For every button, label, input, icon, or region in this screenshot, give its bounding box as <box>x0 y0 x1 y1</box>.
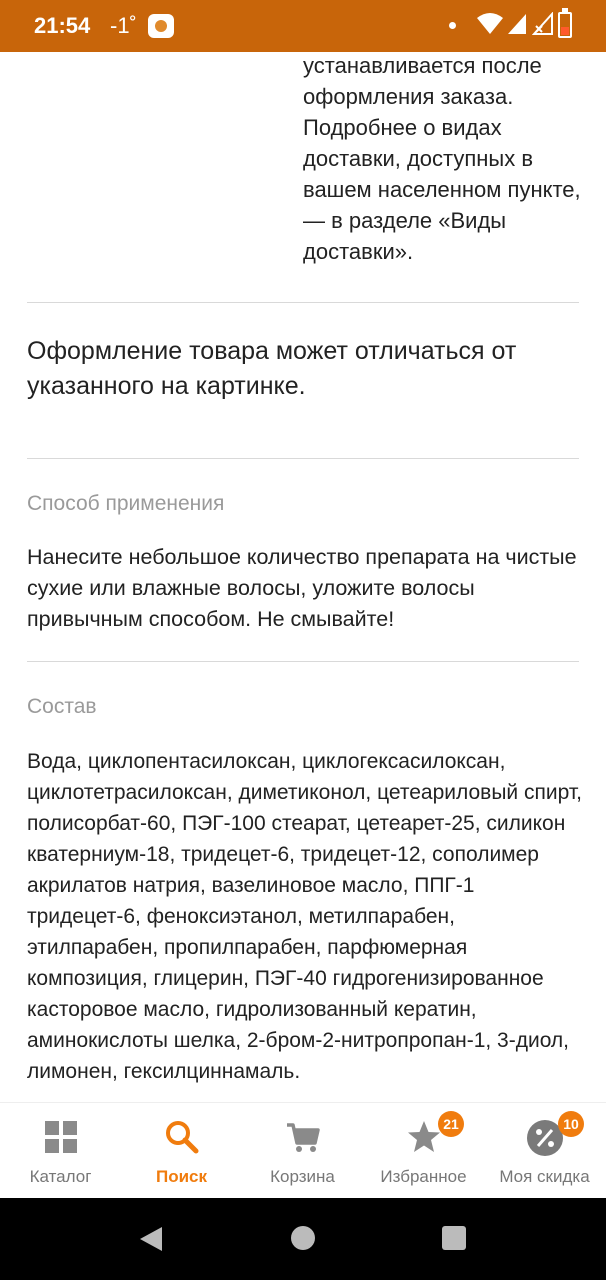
discount-badge: 10 <box>558 1111 584 1137</box>
nav-item-search[interactable]: Поиск <box>121 1103 242 1199</box>
product-description[interactable]: устанавливается после оформления заказа.… <box>0 52 606 1102</box>
composition-title: Состав <box>27 695 97 718</box>
back-icon[interactable] <box>138 1225 164 1253</box>
search-icon <box>165 1121 198 1154</box>
nav-item-discount[interactable]: 10 Моя скидка <box>484 1103 605 1199</box>
app-notification-icon <box>148 14 174 38</box>
home-icon[interactable] <box>291 1226 315 1250</box>
nav-label-catalog: Каталог <box>29 1167 92 1186</box>
delivery-info-text: устанавливается после оформления заказа.… <box>303 53 581 264</box>
nav-label-search: Поиск <box>155 1167 208 1186</box>
recent-apps-icon[interactable] <box>442 1226 466 1250</box>
nav-label-cart: Корзина <box>270 1167 335 1186</box>
wifi-icon <box>477 13 503 34</box>
cart-icon <box>286 1123 320 1152</box>
composition-text: Вода, циклопентасилоксан, циклогексасило… <box>27 750 582 1083</box>
divider <box>27 458 579 459</box>
battery-icon <box>558 8 572 38</box>
nav-label-discount: Моя скидка <box>499 1167 590 1186</box>
favorites-badge: 21 <box>438 1111 464 1137</box>
status-bar: 21:54 -1˚ <box>0 0 606 52</box>
nav-item-cart[interactable]: Корзина <box>242 1103 363 1199</box>
status-time: 21:54 <box>34 13 91 38</box>
signal-icon <box>508 14 526 34</box>
grid-icon <box>44 1121 77 1153</box>
status-temperature: -1˚ <box>110 13 137 38</box>
star-icon <box>407 1121 440 1152</box>
appearance-notice: Оформление товара может отличаться от ук… <box>27 337 517 400</box>
usage-text: Нанесите небольшое количество препарата … <box>27 545 577 631</box>
usage-title: Способ применения <box>27 492 225 515</box>
nav-item-catalog[interactable]: Каталог <box>0 1103 121 1199</box>
signal-secondary-icon <box>532 12 553 35</box>
notification-dot-icon <box>449 22 456 29</box>
divider <box>27 302 579 303</box>
nav-item-favorites[interactable]: 21 Избранное <box>363 1103 484 1199</box>
divider <box>27 661 579 662</box>
nav-label-favorites: Избранное <box>380 1167 467 1186</box>
bottom-navigation: Каталог Поиск Корзина 21 Избранное 10 Мо… <box>0 1102 606 1198</box>
system-navigation-bar <box>0 1198 606 1280</box>
